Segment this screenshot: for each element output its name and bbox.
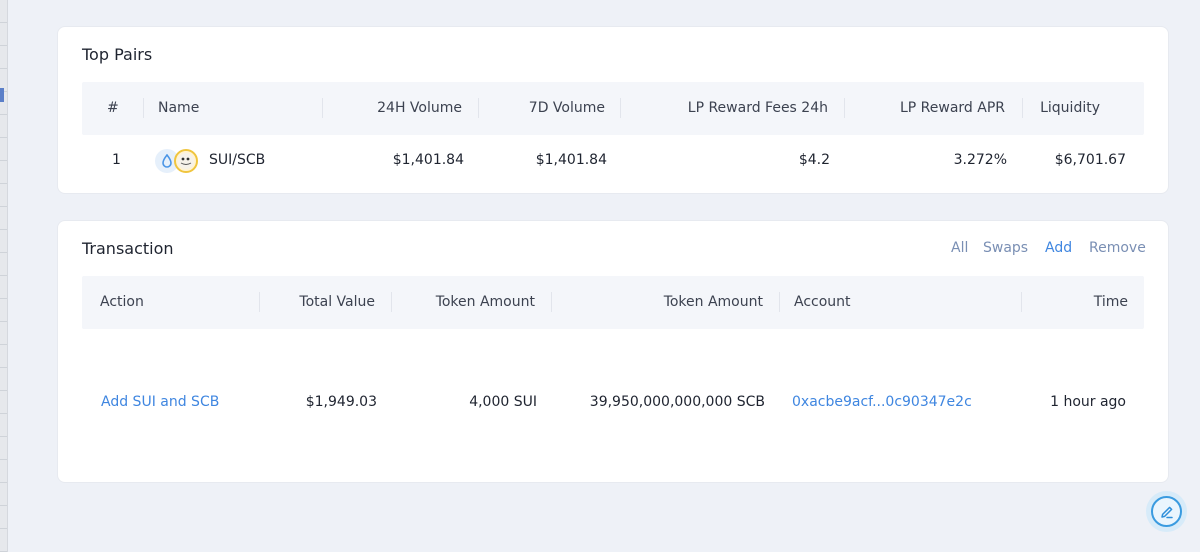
column-divider [143,98,144,118]
top-pairs-table-header: # Name 24H Volume 7D Volume LP Reward Fe… [82,82,1144,135]
pair-token-icons [155,149,201,175]
col-liquidity[interactable]: Liquidity [1022,82,1100,135]
col-time: Time [1093,294,1128,310]
tx-time: 1 hour ago [1050,394,1126,410]
col-account: Account [794,294,851,310]
transaction-table-header: Action Total Value Token Amount Token Am… [82,276,1144,329]
pair-volume-7d: $1,401.84 [535,152,607,168]
tx-action-link[interactable]: Add SUI and SCB [101,394,219,410]
tx-token-amount-a: 4,000 SUI [469,394,537,410]
tx-total-value: $1,949.03 [305,394,377,410]
edit-pen-icon [1160,506,1173,518]
col-name[interactable]: Name [158,82,199,135]
pair-rank: 1 [112,152,121,168]
filter-add[interactable]: Add [1045,240,1072,256]
col-volume-7d[interactable]: 7D Volume [478,82,605,135]
transaction-title: Transaction [82,239,174,258]
filter-remove[interactable]: Remove [1089,240,1146,256]
col-lp-apr[interactable]: LP Reward APR [844,82,1005,135]
col-token-amount-b: Token Amount [663,294,763,310]
col-volume-24h[interactable]: 24H Volume [322,82,462,135]
column-divider [779,292,780,312]
col-rank[interactable]: # [107,82,119,135]
tx-account-link[interactable]: 0xacbe9acf...0c90347e2c [792,394,972,410]
scb-token-icon [174,149,198,173]
left-edge-marker [0,88,4,102]
left-edge-strip [0,0,8,552]
edit-button-ring [1151,496,1182,527]
col-action: Action [100,294,144,310]
pair-volume-24h: $1,401.84 [392,152,464,168]
tx-token-amount-b: 39,950,000,000,000 SCB [589,394,765,410]
pair-lp-fees-24h: $4.2 [798,152,830,168]
pair-name[interactable]: SUI/SCB [209,152,265,168]
filter-swaps[interactable]: Swaps [983,240,1028,256]
pair-lp-apr: 3.272% [953,152,1007,168]
col-token-amount-a: Token Amount [435,294,535,310]
pair-liquidity: $6,701.67 [1054,152,1126,168]
floating-edit-button[interactable] [1146,491,1187,532]
top-pairs-title: Top Pairs [82,45,153,64]
top-pairs-card: Top Pairs # Name 24H Volume 7D Volume LP… [57,26,1169,194]
col-lp-fees-24h[interactable]: LP Reward Fees 24h [620,82,828,135]
col-total-value: Total Value [299,294,375,310]
transaction-card: Transaction All Swaps Add Remove Action … [57,220,1169,483]
filter-all[interactable]: All [951,240,968,256]
